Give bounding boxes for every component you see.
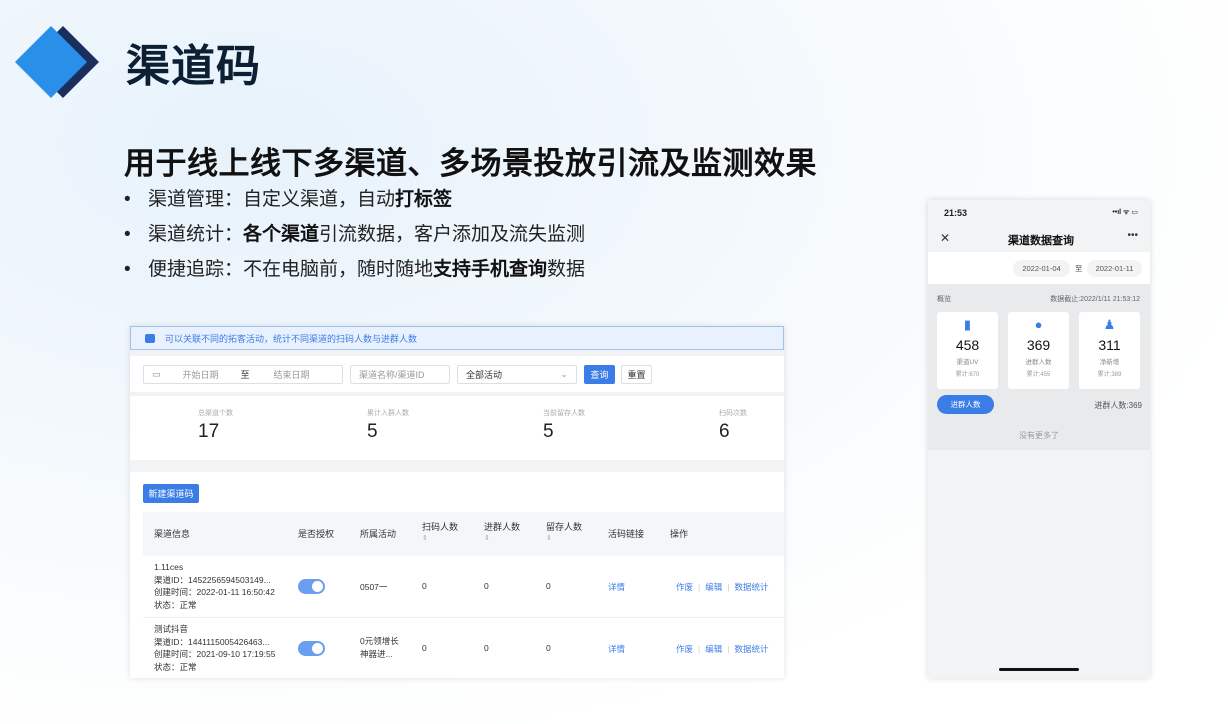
data-updated: 数据截止:2022/1/11 21:53:12 [1050, 296, 1140, 303]
card-net-new: ♟ 311 净新增 累计:389 [1079, 312, 1140, 389]
col-qr-link: 活码链接 [608, 529, 645, 539]
details-link[interactable]: 详情 [608, 581, 625, 593]
joins-cell: 0 [484, 581, 489, 591]
scans-cell: 0 [422, 643, 427, 653]
table-row: 测试抖音 渠道ID：1441115005426463... 创建时间：2021-09… [143, 618, 784, 678]
scans-cell: 0 [422, 581, 427, 591]
nav-bar: ✕ 渠道数据查询 ••• [928, 224, 1150, 252]
card-channel-uv: ▮ 458 渠道UV 累计:670 [937, 312, 998, 389]
edit-link[interactable]: 编辑 [705, 644, 722, 654]
feature-bullets: • 渠道管理：自定义渠道，自动 打标签 • 渠道统计： 各个渠道 引流数据，客户添加及流失… [124, 186, 585, 291]
table-row: 1.11ces 渠道ID：1452256594503149... 创建时间：2022… [143, 556, 784, 618]
details-link[interactable]: 详情 [608, 643, 625, 655]
status-bar: 21:53 ••ıl ᯤ ▭ [928, 200, 1150, 224]
stat-scans: 扫码次数 6 [719, 410, 747, 442]
chevron-down-icon: ⌄ [560, 369, 568, 379]
channel-info: 1.11ces 渠道ID：1452256594503149... 创建时间：2022… [154, 562, 275, 610]
document-icon: ▮ [963, 317, 972, 332]
channel-search-input[interactable]: 渠道名称/渠道ID [350, 365, 450, 384]
activity-cell: 0元领增长 神器进... [360, 636, 399, 659]
stats-link[interactable]: 数据统计 [734, 644, 768, 654]
retained-cell: 0 [546, 581, 551, 591]
date-range: 2022-01-04 至 2022-01-11 [928, 252, 1150, 284]
web-console-screenshot: 可以关联不同的拓客活动，统计不同渠道的扫码人数与进群人数 ▭ 开始日期 至 结束… [130, 326, 784, 678]
joins-cell: 0 [484, 643, 489, 653]
home-indicator [999, 668, 1079, 671]
col-authorized: 是否授权 [298, 529, 335, 539]
new-channel-button[interactable]: 新建渠道码 [143, 484, 199, 503]
query-button[interactable]: 查询 [584, 365, 615, 384]
more-icon[interactable]: ••• [1127, 230, 1138, 241]
nav-title: 渠道数据查询 [1008, 235, 1074, 247]
void-link[interactable]: 作废 [676, 582, 693, 592]
retained-cell: 0 [546, 643, 551, 653]
sort-icon: ⇕ [484, 535, 490, 542]
channel-info: 测试抖音 渠道ID：1441115005426463... 创建时间：2021-09… [154, 624, 276, 672]
col-actions: 操作 [670, 529, 689, 539]
clock: 21:53 [944, 208, 968, 218]
card-joined: ● 369 进群人数 累计:455 [1008, 312, 1069, 389]
slide-subtitle: 用于线上线下多渠道、多场景投放引流及监测效果 [124, 146, 817, 181]
stats-summary: 总渠道个数 17 累计入群人数 5 当前留存人数 5 扫码次数 6 [130, 396, 784, 460]
activity-select[interactable]: 全部活动 ⌄ [457, 365, 577, 384]
sort-icon: ⇕ [422, 535, 428, 542]
bullet-item: • 渠道统计： 各个渠道 引流数据，客户添加及流失监测 [124, 224, 586, 245]
calendar-icon: ▭ [152, 369, 161, 379]
col-scans[interactable]: 扫码人数 ⇕ [422, 521, 458, 545]
status-icons: ••ıl ᯤ ▭ [1112, 209, 1138, 216]
stats-link[interactable]: 数据统计 [734, 582, 768, 592]
date-to-label: 至 [1075, 264, 1083, 273]
auth-toggle[interactable] [298, 579, 325, 594]
page-title: 渠道码 [126, 42, 261, 91]
void-link[interactable]: 作废 [676, 644, 693, 654]
sort-icon: ⇕ [546, 535, 552, 542]
join-count-button[interactable]: 进群人数 [937, 395, 994, 414]
reset-button[interactable]: 重置 [621, 365, 652, 384]
info-notice: 可以关联不同的拓客活动，统计不同渠道的扫码人数与进群人数 [130, 326, 784, 350]
date-from[interactable]: 2022-01-04 [1013, 260, 1070, 277]
col-retained[interactable]: 留存人数 ⇕ [546, 521, 582, 545]
bullet-item: • 便捷追踪：不在电脑前，随时随地 支持手机查询 数据 [124, 259, 586, 280]
mobile-screenshot: 21:53 ••ıl ᯤ ▭ ✕ 渠道数据查询 ••• 2022-01-04 至… [928, 200, 1150, 678]
date-range-picker[interactable]: ▭ 开始日期 至 结束日期 [143, 365, 343, 384]
join-count: 进群人数:369 [1094, 401, 1142, 410]
activity-cell: 0507一 [360, 582, 388, 592]
col-activity: 所属活动 [360, 529, 397, 539]
info-icon [145, 333, 155, 343]
date-to[interactable]: 2022-01-11 [1087, 260, 1142, 277]
no-more-text: 没有更多了 [1019, 431, 1059, 440]
filter-bar: ▭ 开始日期 至 结束日期 渠道名称/渠道ID 全部活动 ⌄ 查询 重置 [130, 356, 784, 392]
bullet-item: • 渠道管理：自定义渠道，自动 打标签 [124, 189, 453, 210]
overview-section: 概览 数据截止:2022/1/11 21:53:12 ▮ 458 渠道UV 累计:6… [928, 284, 1150, 450]
users-icon: ♟ [1103, 317, 1116, 332]
col-joins[interactable]: 进群人数 ⇕ [484, 521, 520, 545]
auth-toggle[interactable] [298, 641, 325, 656]
table-header: 渠道信息 是否授权 所属活动 扫码人数 ⇕ 进群人数 ⇕ 留存人数 ⇕ 活码链接 操作 [143, 512, 784, 556]
col-channel-info: 渠道信息 [154, 529, 191, 539]
channel-table-section: 新建渠道码 渠道信息 是否授权 所属活动 扫码人数 ⇕ 进群人数 ⇕ 留存人数 ⇕ 活… [130, 472, 784, 678]
stat-total-joined: 累计入群人数 5 [367, 410, 409, 442]
channel-logo [15, 26, 99, 98]
row-actions: 作废 | 编辑 | 数据统计 [676, 644, 769, 654]
stat-total-channels: 总渠道个数 17 [198, 410, 233, 442]
stat-retained: 当前留存人数 5 [543, 410, 585, 442]
overview-label: 概览 [937, 296, 951, 303]
row-actions: 作废 | 编辑 | 数据统计 [676, 582, 769, 592]
edit-link[interactable]: 编辑 [705, 582, 722, 592]
close-icon[interactable]: ✕ [940, 231, 950, 245]
user-icon: ● [1034, 317, 1043, 332]
